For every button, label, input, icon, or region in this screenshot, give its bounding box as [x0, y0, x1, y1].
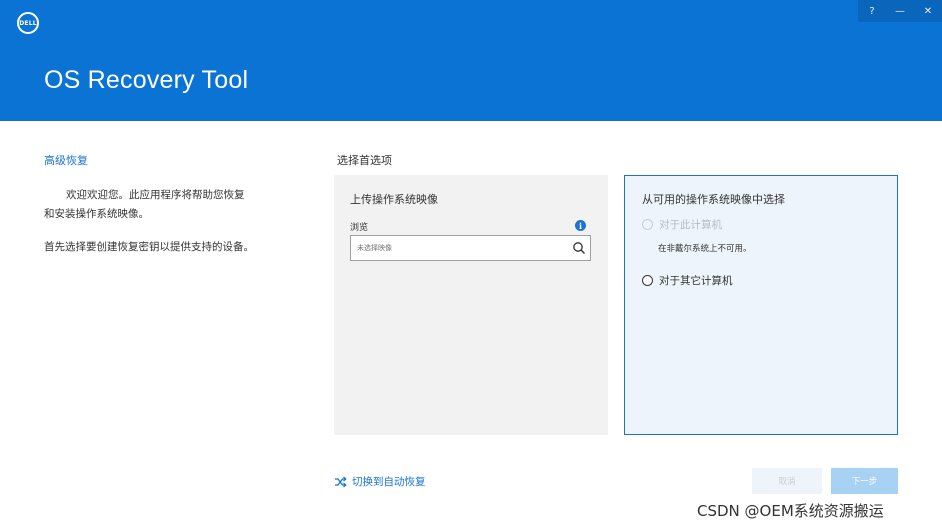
minimize-icon[interactable]: —: [886, 0, 914, 22]
dell-logo: DELL: [17, 12, 39, 34]
radio-this-computer[interactable]: [642, 219, 653, 230]
sidebar-title: 高级恢复: [44, 154, 88, 167]
option-this-computer-note: 在非戴尔系统上不可用。: [658, 244, 752, 254]
radio-other-computer[interactable]: [642, 275, 653, 286]
upload-panel-title: 上传操作系统映像: [350, 193, 438, 206]
app-title: OS Recovery Tool: [44, 66, 249, 94]
choose-image-panel[interactable]: 从可用的操作系统映像中选择 对于此计算机 在非戴尔系统上不可用。 对于其它计算机: [624, 175, 898, 435]
info-icon[interactable]: i: [575, 220, 586, 231]
window-controls: ? — ✕: [858, 0, 942, 22]
browse-label: 浏览: [350, 223, 369, 233]
search-icon[interactable]: [572, 241, 586, 255]
sidebar-instruction-text: 首先选择要创建恢复密钥以提供支持的设备。: [44, 241, 254, 253]
sidebar-welcome-text: 欢迎欢迎您。此应用程序将帮助您恢复和安装操作系统映像。: [44, 189, 245, 220]
app-header: DELL OS Recovery Tool ? — ✕: [0, 0, 942, 121]
option-this-computer-label: 对于此计算机: [659, 219, 722, 231]
next-button[interactable]: 下一步: [831, 468, 898, 494]
image-search-input[interactable]: [357, 241, 557, 255]
cancel-button[interactable]: 取消: [752, 468, 822, 494]
switch-to-auto-recovery-link[interactable]: 切换到自动恢复: [334, 474, 426, 489]
option-other-computer-label: 对于其它计算机: [659, 275, 733, 287]
upload-image-panel[interactable]: 上传操作系统映像 浏览 i: [334, 175, 608, 435]
choose-panel-title: 从可用的操作系统映像中选择: [642, 193, 785, 206]
close-icon[interactable]: ✕: [914, 0, 942, 22]
shuffle-icon: [335, 476, 347, 487]
section-title: 选择首选项: [337, 154, 392, 167]
image-search-field[interactable]: [350, 235, 591, 261]
watermark-text: CSDN @OEM系统资源搬运: [697, 502, 884, 520]
switch-link-label: 切换到自动恢复: [352, 476, 426, 488]
help-icon[interactable]: ?: [858, 0, 886, 22]
